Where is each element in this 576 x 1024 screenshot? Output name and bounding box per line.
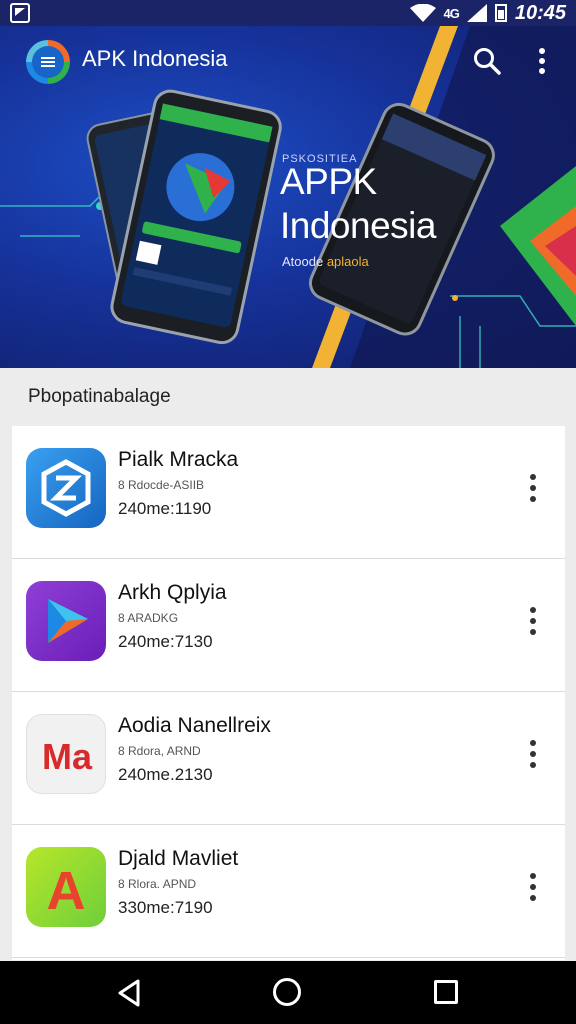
list-item[interactable]: Ma Aodia Nanellreix 8 Rdora, ARND 240me.… xyxy=(12,692,565,825)
wifi-icon xyxy=(409,4,436,22)
app-meta: 8 ARADKG xyxy=(118,611,179,625)
recents-icon[interactable] xyxy=(434,980,458,1004)
app-name: Arkh Qplyia xyxy=(118,581,227,604)
a-app-icon: A xyxy=(26,847,106,927)
more-vert-icon[interactable] xyxy=(524,873,542,901)
menu-icon[interactable] xyxy=(26,40,70,84)
app-size: 240me.2130 xyxy=(118,765,213,784)
hero-banner: APK Indonesia PSKOSITIEA APPK Indonesia … xyxy=(0,26,576,368)
app-size: 240me:1190 xyxy=(118,499,212,518)
app-name: Pialk Mracka xyxy=(118,448,239,471)
svg-text:Ma: Ma xyxy=(42,736,93,777)
status-bar: 4G 10:45 xyxy=(0,0,576,26)
more-vert-icon[interactable] xyxy=(532,46,554,76)
navigation-bar xyxy=(0,961,576,1024)
app-name: Aodia Nanellreix xyxy=(118,714,271,737)
play-app-icon xyxy=(26,581,106,661)
home-icon[interactable] xyxy=(273,978,301,1006)
app-name: Djald Mavliet xyxy=(118,847,239,870)
list-item[interactable]: Pialk Mracka 8 Rdocde-ASIIB 240me:1190 xyxy=(12,426,565,559)
battery-icon xyxy=(494,4,507,22)
list-item[interactable]: A Djald Mavliet 8 Rlora. APND 330me:7190 xyxy=(12,825,565,958)
list-item[interactable]: Arkh Qplyia 8 ARADKG 240me:7130 xyxy=(12,559,565,692)
svg-text:A: A xyxy=(47,861,86,921)
section-title: Pbopatinabalage xyxy=(28,386,171,407)
app-list: Pialk Mracka 8 Rdocde-ASIIB 240me:1190 A… xyxy=(12,426,565,960)
network-label: 4G xyxy=(443,5,460,21)
search-icon[interactable] xyxy=(472,46,502,76)
banner-tagline: Atoode aplaola xyxy=(282,254,369,269)
banner-title: APPK Indonesia xyxy=(280,161,436,246)
signal-icon xyxy=(466,4,487,22)
app-size: 240me:7130 xyxy=(118,632,213,651)
ma-app-icon: Ma xyxy=(26,714,106,794)
shield-app-icon xyxy=(26,448,106,528)
more-vert-icon[interactable] xyxy=(524,607,542,635)
app-size: 330me:7190 xyxy=(118,898,213,917)
notification-icon xyxy=(10,3,30,23)
back-icon[interactable] xyxy=(116,979,142,1007)
app-title: APK Indonesia xyxy=(82,46,228,71)
app-meta: 8 Rdora, ARND xyxy=(118,744,201,758)
app-meta: 8 Rdocde-ASIIB xyxy=(118,478,205,492)
more-vert-icon[interactable] xyxy=(524,740,542,768)
app-meta: 8 Rlora. APND xyxy=(118,877,197,891)
clock: 10:45 xyxy=(514,1,566,24)
more-vert-icon[interactable] xyxy=(524,474,542,502)
